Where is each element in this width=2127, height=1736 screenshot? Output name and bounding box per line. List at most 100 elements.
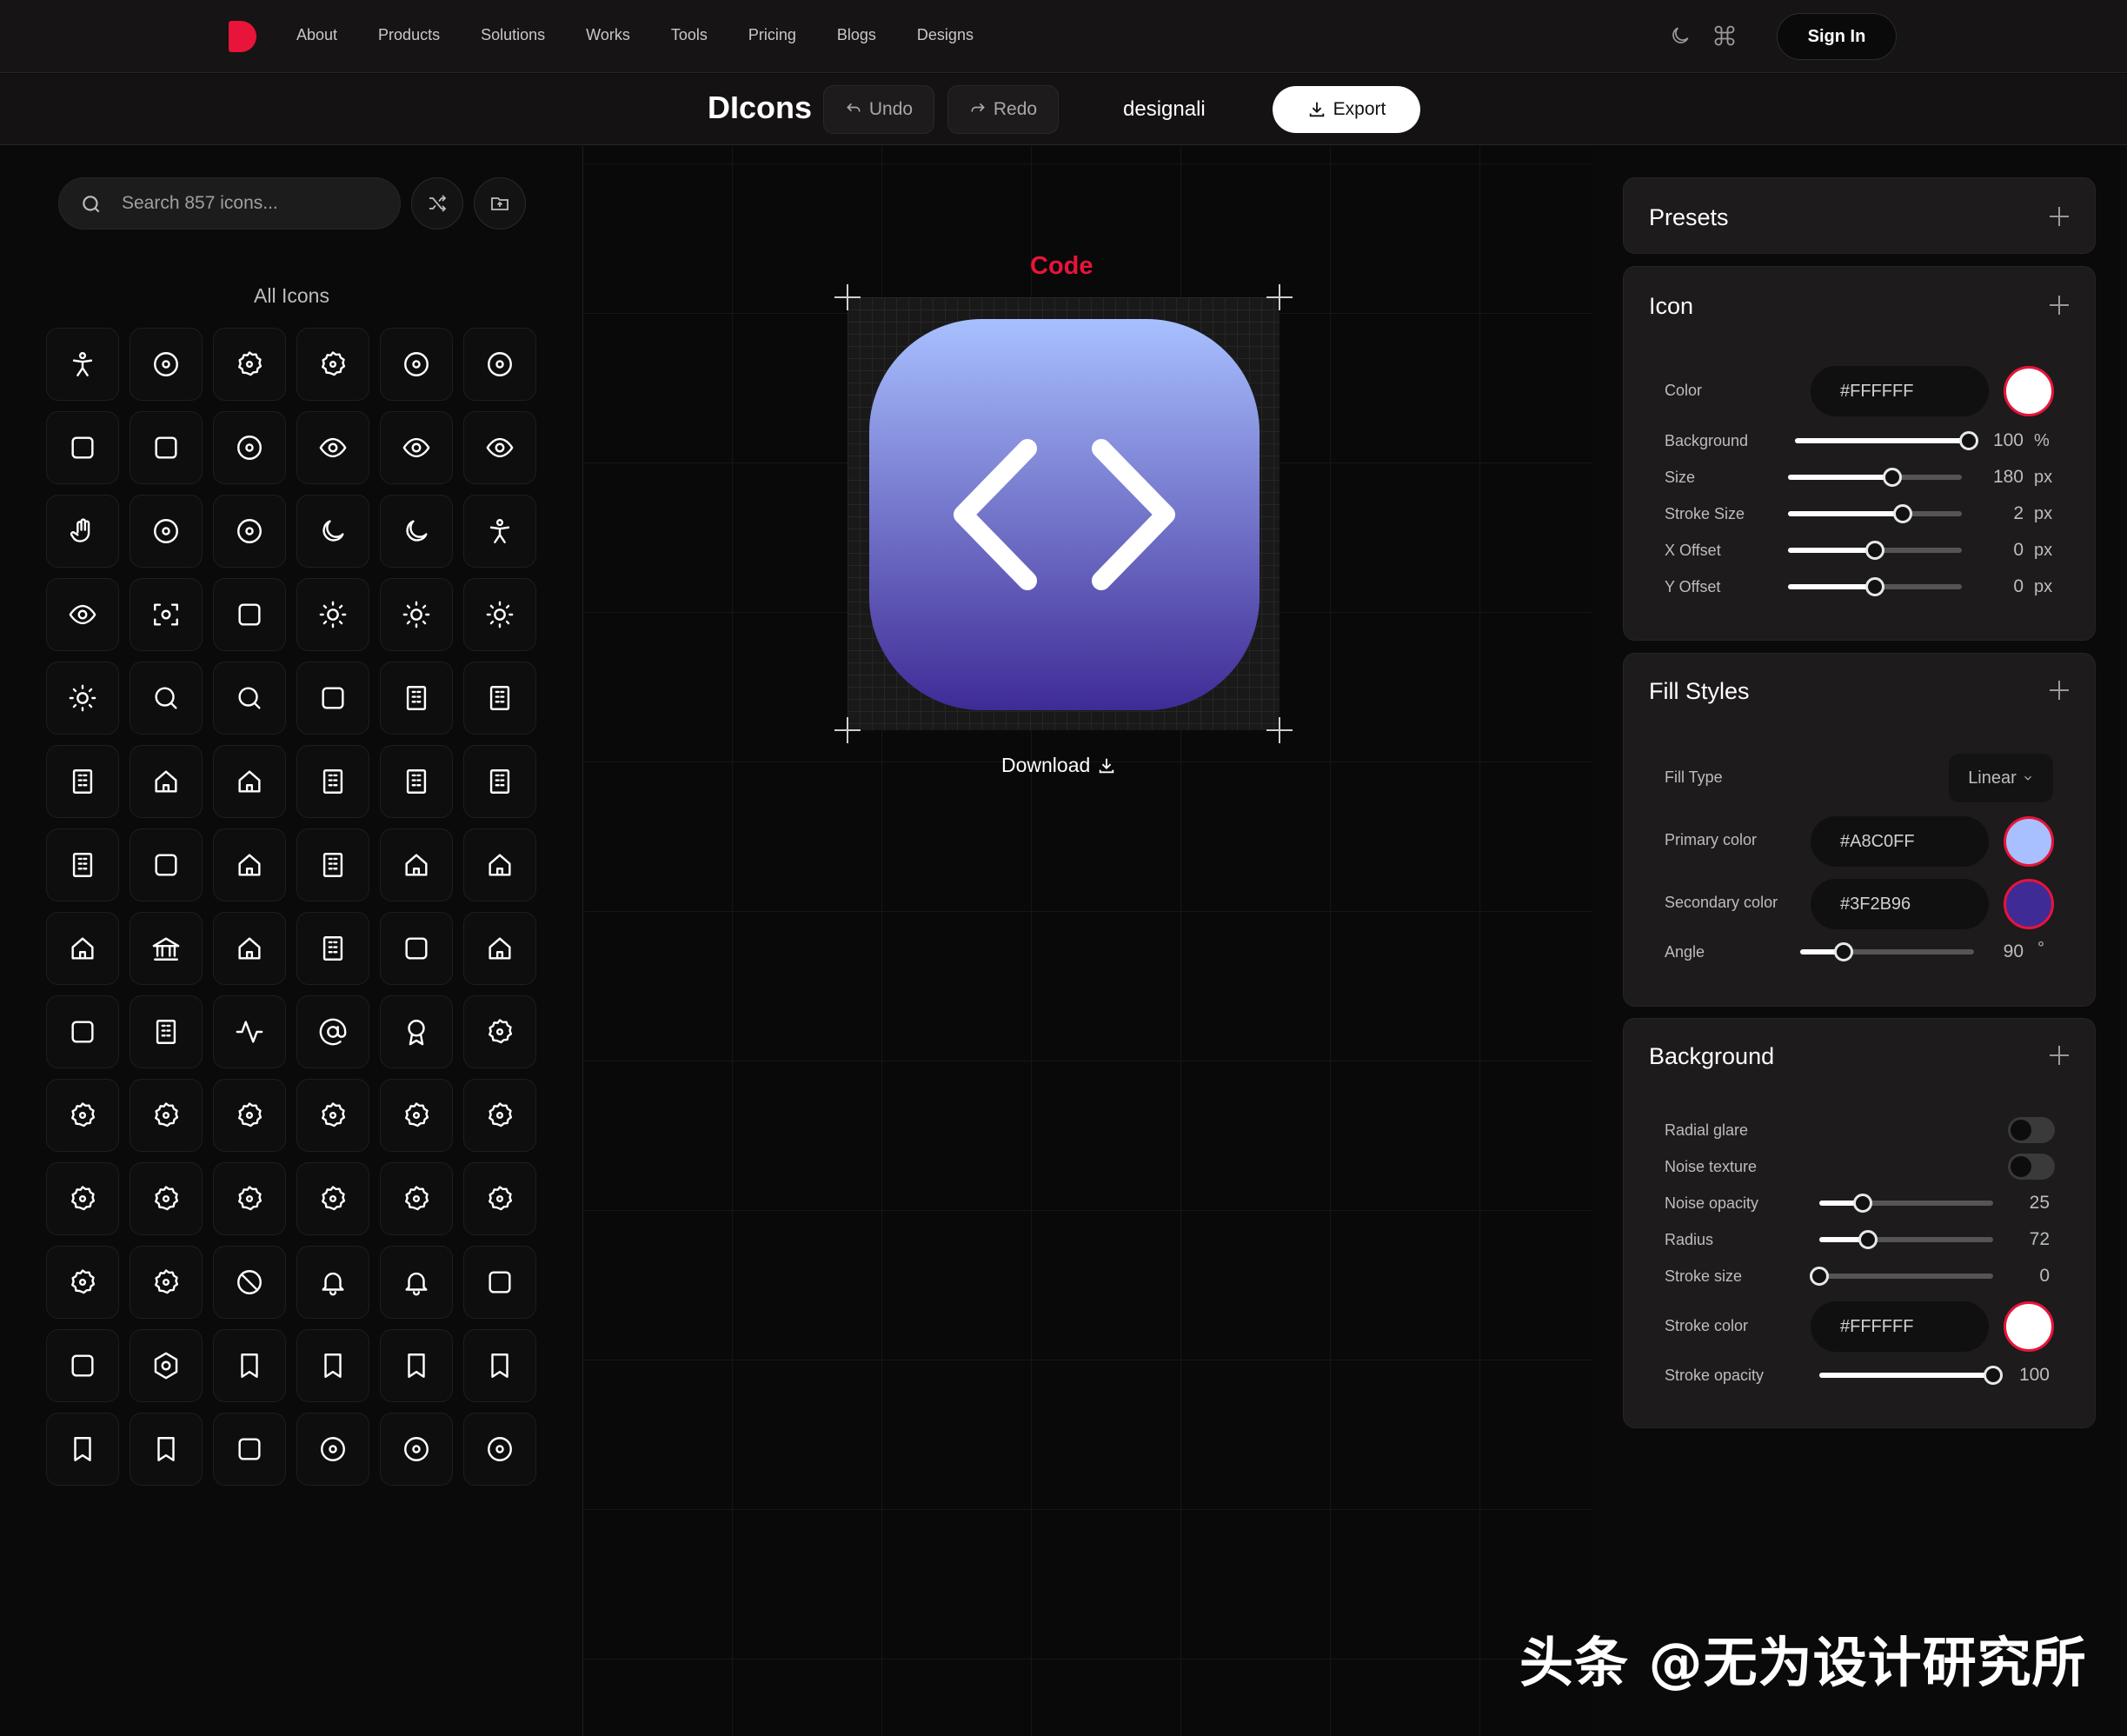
undo-button[interactable]: Undo xyxy=(823,85,934,134)
plus-icon[interactable] xyxy=(2050,1046,2069,1065)
icon-tile[interactable] xyxy=(296,1162,369,1235)
icon-tile[interactable] xyxy=(130,828,203,901)
icon-tile[interactable] xyxy=(296,745,369,818)
icon-tile[interactable] xyxy=(296,1079,369,1152)
background-slider[interactable] xyxy=(1795,431,1978,450)
nav-tools[interactable]: Tools xyxy=(671,26,708,44)
nav-about[interactable]: About xyxy=(296,26,337,44)
icon-tile[interactable] xyxy=(46,578,119,651)
moon-icon[interactable] xyxy=(1669,24,1692,47)
radius-slider[interactable] xyxy=(1819,1230,1993,1249)
stroke-color-input[interactable]: #FFFFFF xyxy=(1811,1301,1989,1352)
icon-tile[interactable] xyxy=(463,1079,536,1152)
icon-tile[interactable] xyxy=(130,1162,203,1235)
plus-icon[interactable] xyxy=(2050,681,2069,700)
export-button[interactable]: Export xyxy=(1273,86,1420,133)
icon-tile[interactable] xyxy=(213,995,286,1068)
icon-tile[interactable] xyxy=(46,328,119,401)
icon-tile[interactable] xyxy=(463,1246,536,1319)
icon-tile[interactable] xyxy=(380,1329,453,1402)
slider-handle[interactable] xyxy=(1893,504,1912,523)
presets-card[interactable]: Presets xyxy=(1623,177,2096,254)
icon-tile[interactable] xyxy=(213,828,286,901)
icon-tile[interactable] xyxy=(213,912,286,985)
secondary-color-input[interactable]: #3F2B96 xyxy=(1811,879,1989,929)
icon-tile[interactable] xyxy=(130,995,203,1068)
plus-icon[interactable] xyxy=(2050,296,2069,315)
icon-tile[interactable] xyxy=(213,662,286,735)
icon-tile[interactable] xyxy=(380,1162,453,1235)
icon-tile[interactable] xyxy=(213,745,286,818)
icon-tile[interactable] xyxy=(213,578,286,651)
icon-tile[interactable] xyxy=(380,1079,453,1152)
fill-type-select[interactable]: Linear xyxy=(1949,754,2053,802)
icon-tile[interactable] xyxy=(130,411,203,484)
icon-tile[interactable] xyxy=(213,1329,286,1402)
icon-tile[interactable] xyxy=(380,662,453,735)
icon-tile[interactable] xyxy=(130,1079,203,1152)
icon-tile[interactable] xyxy=(46,495,119,568)
primary-color-input[interactable]: #A8C0FF xyxy=(1811,816,1989,867)
icon-tile[interactable] xyxy=(380,411,453,484)
icon-tile[interactable] xyxy=(463,745,536,818)
icon-tile[interactable] xyxy=(380,828,453,901)
slider-handle[interactable] xyxy=(1834,942,1853,961)
icon-tile[interactable] xyxy=(213,328,286,401)
icon-tile[interactable] xyxy=(380,1246,453,1319)
icon-tile[interactable] xyxy=(46,1162,119,1235)
y-offset-slider[interactable] xyxy=(1788,577,1962,596)
plus-icon[interactable] xyxy=(2050,207,2069,226)
icon-tile[interactable] xyxy=(46,662,119,735)
primary-color-swatch[interactable] xyxy=(2004,816,2054,867)
nav-products[interactable]: Products xyxy=(378,26,440,44)
icon-tile[interactable] xyxy=(463,1329,536,1402)
upload-folder-button[interactable] xyxy=(474,177,526,229)
icon-tile[interactable] xyxy=(130,1246,203,1319)
icon-tile[interactable] xyxy=(130,745,203,818)
stroke-color-swatch[interactable] xyxy=(2004,1301,2054,1352)
icon-tile[interactable] xyxy=(463,1162,536,1235)
nav-works[interactable]: Works xyxy=(586,26,630,44)
nav-designs[interactable]: Designs xyxy=(917,26,974,44)
icon-tile[interactable] xyxy=(380,745,453,818)
search-input[interactable] xyxy=(122,178,382,229)
slider-handle[interactable] xyxy=(1858,1230,1878,1249)
icon-tile[interactable] xyxy=(380,328,453,401)
icon-tile[interactable] xyxy=(296,828,369,901)
icon-tile[interactable] xyxy=(46,411,119,484)
icon-tile[interactable] xyxy=(380,578,453,651)
stroke-size-slider[interactable] xyxy=(1810,1267,1993,1286)
icon-tile[interactable] xyxy=(463,912,536,985)
icon-tile[interactable] xyxy=(213,1162,286,1235)
icon-tile[interactable] xyxy=(296,912,369,985)
icon-tile[interactable] xyxy=(380,995,453,1068)
icon-tile[interactable] xyxy=(130,1329,203,1402)
icon-tile[interactable] xyxy=(463,828,536,901)
slider-handle[interactable] xyxy=(1810,1267,1829,1286)
slider-handle[interactable] xyxy=(1865,577,1884,596)
sign-in-button[interactable]: Sign In xyxy=(1777,13,1897,60)
stroke-size-slider[interactable] xyxy=(1788,504,1962,523)
icon-tile[interactable] xyxy=(46,828,119,901)
icon-tile[interactable] xyxy=(296,1246,369,1319)
nav-blogs[interactable]: Blogs xyxy=(837,26,876,44)
icon-tile[interactable] xyxy=(296,328,369,401)
icon-tile[interactable] xyxy=(296,1329,369,1402)
icon-tile[interactable] xyxy=(463,411,536,484)
icon-tile[interactable] xyxy=(213,411,286,484)
icon-tile[interactable] xyxy=(46,1413,119,1486)
icon-tile[interactable] xyxy=(380,912,453,985)
icon-tile[interactable] xyxy=(130,495,203,568)
radial-glare-toggle[interactable] xyxy=(2008,1117,2055,1143)
icon-tile[interactable] xyxy=(46,1329,119,1402)
icon-tile[interactable] xyxy=(213,1246,286,1319)
stroke-opacity-slider[interactable] xyxy=(1819,1366,2003,1385)
slider-handle[interactable] xyxy=(1865,541,1884,560)
icon-tile[interactable] xyxy=(130,912,203,985)
icon-tile[interactable] xyxy=(130,662,203,735)
command-icon[interactable] xyxy=(1712,23,1737,48)
icon-tile[interactable] xyxy=(296,662,369,735)
icon-tile[interactable] xyxy=(380,1413,453,1486)
noise-texture-toggle[interactable] xyxy=(2008,1154,2055,1180)
slider-handle[interactable] xyxy=(1984,1366,2003,1385)
